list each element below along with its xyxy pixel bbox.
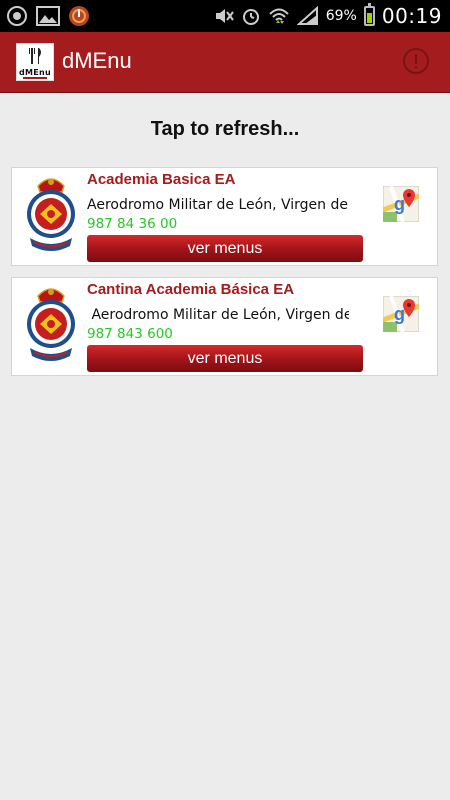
ver-menus-button[interactable]: ver menus — [87, 345, 363, 372]
signal-icon — [296, 6, 318, 25]
logo-text: dMEnu — [18, 68, 52, 77]
gallery-icon — [36, 6, 60, 26]
status-bar: 69% 00:19 — [0, 0, 450, 32]
logo-underline — [23, 77, 47, 79]
alarm-icon — [242, 9, 259, 25]
crest-icon — [27, 178, 75, 251]
restaurant-name: Cantina Academia Básica EA — [87, 281, 295, 298]
crest-icon — [27, 288, 75, 361]
app-logo[interactable]: dMEnu — [16, 43, 54, 81]
mute-icon — [215, 9, 234, 23]
google-maps-icon[interactable]: g — [383, 186, 419, 222]
restaurant-phone[interactable]: 987 843 600 — [87, 326, 173, 342]
sync-icon — [7, 6, 27, 26]
info-icon[interactable] — [402, 47, 430, 75]
google-maps-icon[interactable]: g — [383, 296, 419, 332]
wifi-icon — [269, 8, 289, 24]
restaurant-card[interactable]: Academia Basica EA Aerodromo Militar de … — [11, 167, 438, 266]
ver-menus-button[interactable]: ver menus — [87, 235, 363, 262]
app-title: dMEnu — [62, 48, 132, 73]
action-bar: dMEnu dMEnu — [0, 32, 450, 93]
clock: 00:19 — [381, 4, 442, 28]
battery-icon — [363, 3, 375, 26]
restaurant-phone[interactable]: 987 84 36 00 — [87, 216, 177, 232]
cutlery-icon — [29, 48, 41, 64]
app-notification-icon — [69, 6, 89, 26]
battery-percent: 69% — [325, 8, 357, 24]
restaurant-card[interactable]: Cantina Academia Básica EA Aerodromo Mil… — [11, 277, 438, 376]
tap-to-refresh[interactable]: Tap to refresh... — [0, 118, 450, 141]
restaurant-name: Academia Basica EA — [87, 171, 236, 188]
restaurant-address: Aerodromo Militar de León, Virgen del — [87, 197, 349, 213]
restaurant-address: Aerodromo Militar de León, Virgen del — [87, 307, 349, 323]
